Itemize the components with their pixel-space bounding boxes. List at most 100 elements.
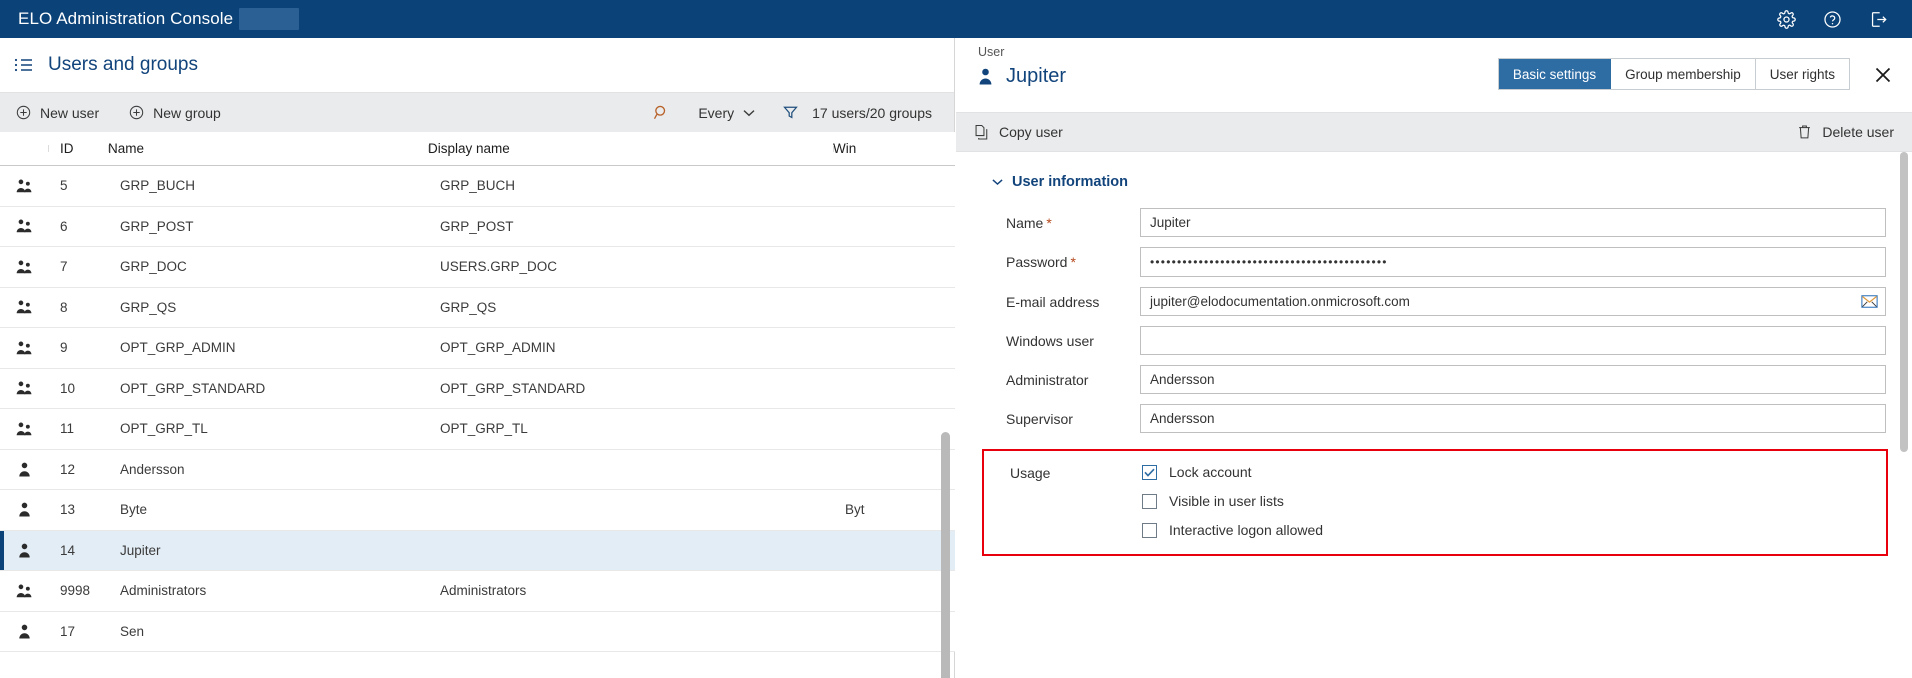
filter-scope-dropdown[interactable]: Every <box>684 105 769 121</box>
logout-icon[interactable] <box>1868 9 1888 29</box>
checkbox-row-lock-account[interactable]: Lock account <box>1142 464 1323 480</box>
table-row[interactable]: 9998 Administrators Administrators <box>0 571 955 612</box>
email-field-group: jupiter@elodocumentation.onmicrosoft.com <box>1140 287 1886 316</box>
cell-display-name: GRP_POST <box>440 218 514 234</box>
cell-name: GRP_BUCH <box>120 178 196 194</box>
cell-display-name: OPT_GRP_TL <box>440 421 528 437</box>
detail-header: User Jupiter Basic settings Group members… <box>956 38 1912 112</box>
usage-highlight-box: Usage Lock account Visible in user lists I… <box>982 449 1888 556</box>
table-row[interactable]: 14 Jupiter <box>0 530 955 571</box>
cell-display-name: GRP_BUCH <box>440 178 516 194</box>
cell-display-name: OPT_GRP_STANDARD <box>440 380 586 396</box>
table-row[interactable]: 10 OPT_GRP_STANDARD OPT_GRP_STANDARD <box>0 368 955 409</box>
list-toolbar: New user New group Every 17 users/20 gro… <box>0 92 954 132</box>
cell-name: Administrators <box>120 583 207 599</box>
field-input-windows-user[interactable] <box>1140 326 1886 355</box>
usage-label: Usage <box>1010 465 1051 481</box>
app-title: ELO Administration Console <box>18 9 234 28</box>
table-row[interactable]: 13 Byte Byt <box>0 490 955 531</box>
new-group-button[interactable]: New group <box>129 105 221 121</box>
cell-id: 17 <box>60 623 76 639</box>
form-row-windows-user: Windows user <box>982 326 1886 355</box>
cell-name: OPT_GRP_TL <box>120 421 208 437</box>
delete-user-label: Delete user <box>1822 124 1894 140</box>
user-information-section-toggle[interactable]: User information <box>992 174 1886 190</box>
table-row[interactable]: 11 OPT_GRP_TL OPT_GRP_TL <box>0 409 955 450</box>
table-row[interactable]: 7 GRP_DOC USERS.GRP_DOC <box>0 247 955 288</box>
cell-name: GRP_DOC <box>120 259 187 275</box>
table-row[interactable]: 6 GRP_POST GRP_POST <box>0 206 955 247</box>
column-header-id[interactable]: ID <box>48 141 108 156</box>
copy-user-label: Copy user <box>999 124 1063 140</box>
checkbox-unchecked-icon[interactable] <box>1142 493 1157 509</box>
list-scrollbar-thumb[interactable] <box>941 432 950 678</box>
pane-header: Users and groups <box>0 38 954 92</box>
required-marker: * <box>1046 214 1052 231</box>
table-row[interactable]: 17 Sen <box>0 611 955 652</box>
column-header-display-name[interactable]: Display name <box>428 141 833 156</box>
checkbox-row-visible-in-user-lists[interactable]: Visible in user lists <box>1142 493 1323 509</box>
list-toolbar-right: Every 17 users/20 groups <box>639 104 938 121</box>
user-count-label: 17 users/20 groups <box>812 104 932 121</box>
cell-id: 12 <box>60 461 76 477</box>
detail-toolbar: Copy user Delete user <box>956 112 1912 152</box>
send-mail-icon[interactable] <box>1853 287 1886 316</box>
help-icon[interactable] <box>1822 9 1842 29</box>
field-input-name[interactable]: Jupiter <box>1140 208 1886 237</box>
table-row[interactable]: 5 GRP_BUCH GRP_BUCH <box>0 166 955 207</box>
tab-group-membership[interactable]: Group membership <box>1611 59 1756 89</box>
plus-circle-icon <box>129 105 144 120</box>
admin-console-window: ELO Administration Console Users and gro… <box>0 0 1912 678</box>
copy-user-button[interactable]: Copy user <box>974 124 1063 140</box>
cell-name: GRP_QS <box>120 299 177 315</box>
detail-tabs: Basic settings Group membership User right… <box>1497 58 1850 90</box>
group-icon <box>0 341 48 355</box>
checkbox-unchecked-icon[interactable] <box>1142 522 1157 538</box>
checkbox-row-interactive-logon-allowed[interactable]: Interactive logon allowed <box>1142 522 1323 538</box>
field-input-password[interactable]: ••••••••••••••••••••••••••••••••••••••••… <box>1140 247 1886 277</box>
list-icon <box>14 57 34 73</box>
table-row[interactable]: 12 Andersson <box>0 449 955 490</box>
required-marker: * <box>1070 254 1076 270</box>
column-header-name[interactable]: Name <box>108 141 428 156</box>
group-icon <box>0 219 48 233</box>
detail-title: Jupiter <box>1006 65 1067 87</box>
cell-id: 11 <box>60 421 75 437</box>
search-icon[interactable] <box>639 104 684 121</box>
form-row-supervisor: Supervisor Andersson <box>982 404 1886 433</box>
column-header-windows-user[interactable]: Win <box>833 141 955 156</box>
cell-id: 13 <box>60 502 76 518</box>
group-icon <box>0 584 48 598</box>
checkbox-checked-icon[interactable] <box>1142 464 1157 480</box>
group-icon <box>0 179 48 193</box>
cell-id: 9 <box>60 340 68 356</box>
delete-user-button[interactable]: Delete user <box>1797 124 1894 140</box>
cell-name: OPT_GRP_STANDARD <box>120 380 266 396</box>
tab-basic-settings[interactable]: Basic settings <box>1498 59 1612 89</box>
form-row-administrator: Administrator Andersson <box>982 365 1886 394</box>
tab-user-rights[interactable]: User rights <box>1755 59 1849 89</box>
field-input-administrator[interactable]: Andersson <box>1140 365 1886 394</box>
field-input-e-mail-address[interactable]: jupiter@elodocumentation.onmicrosoft.com <box>1140 287 1853 316</box>
users-groups-pane: Users and groups New user New group Ever… <box>0 38 955 678</box>
cell-id: 5 <box>60 178 68 194</box>
table-row[interactable]: 9 OPT_GRP_ADMIN OPT_GRP_ADMIN <box>0 328 955 369</box>
usage-options: Lock account Visible in user lists Interac… <box>1142 464 1323 538</box>
field-input-supervisor[interactable]: Andersson <box>1140 404 1886 433</box>
close-icon[interactable] <box>1872 64 1894 86</box>
new-user-button[interactable]: New user <box>16 105 99 121</box>
form-row-e-mail-address: E-mail address jupiter@elodocumentation.o… <box>982 287 1886 316</box>
detail-scrollbar-thumb[interactable] <box>1900 152 1908 452</box>
table-row[interactable]: 8 GRP_QS GRP_QS <box>0 287 955 328</box>
group-icon <box>0 300 48 314</box>
filter-icon[interactable] <box>769 105 812 120</box>
cell-name: OPT_GRP_ADMIN <box>120 340 236 356</box>
checkbox-label: Lock account <box>1169 464 1252 480</box>
top-bar-actions <box>1776 9 1888 29</box>
detail-body: User information Name * Jupiter Password * ••… <box>956 152 1912 678</box>
settings-icon[interactable] <box>1776 9 1796 29</box>
cell-id: 8 <box>60 299 68 315</box>
cell-id: 9998 <box>60 583 91 599</box>
field-label: E-mail address <box>1006 293 1100 310</box>
cell-id: 7 <box>60 259 68 275</box>
